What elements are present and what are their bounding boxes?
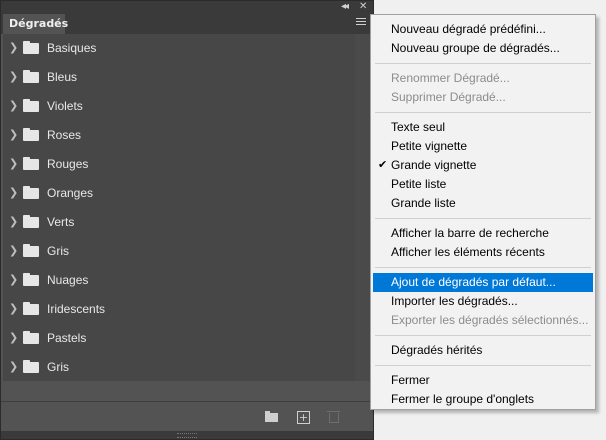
panel-tab-bar: Dégradés (1, 14, 373, 34)
folder-row[interactable]: ❯ Gris (3, 353, 355, 382)
menu-item-new-gradient[interactable]: Nouveau dégradé prédéfini... (373, 20, 593, 39)
resize-grip[interactable] (177, 433, 197, 438)
menu-separator (375, 335, 591, 336)
plus-square-icon[interactable]: + (297, 411, 310, 424)
panel-context-menu: Nouveau dégradé prédéfini... Nouveau gro… (370, 14, 596, 410)
folder-row[interactable]: ❯ Violets (3, 92, 355, 121)
menu-separator (375, 112, 591, 113)
menu-item-rename-gradient: Renommer Dégradé... (391, 71, 510, 85)
folder-row[interactable]: ❯ Basiques (3, 34, 355, 63)
folder-label: Gris (47, 360, 69, 374)
folder-icon (23, 186, 39, 199)
folder-label: Basiques (47, 41, 97, 55)
chevron-right-icon[interactable]: ❯ (9, 99, 18, 112)
folder-icon (23, 128, 39, 141)
chevron-right-icon[interactable]: ❯ (9, 302, 18, 315)
folder-icon (23, 41, 39, 54)
scrollbar[interactable] (355, 34, 371, 381)
folder-icon (23, 244, 39, 257)
menu-item-show-recent-items[interactable]: Afficher les éléments récents (373, 243, 593, 262)
hamburger-menu-icon[interactable] (356, 18, 366, 27)
menu-separator (375, 267, 591, 268)
new-folder-icon[interactable] (265, 411, 278, 422)
folder-icon (23, 273, 39, 286)
menu-item-delete-gradient: Supprimer Dégradé... (391, 90, 506, 104)
menu-item-label: Grande vignette (391, 158, 477, 172)
folder-label: Oranges (47, 186, 94, 200)
folder-label: Roses (47, 128, 82, 142)
folder-row[interactable]: ❯ Nuages (3, 266, 355, 295)
folder-icon (23, 215, 39, 228)
checkmark-icon: ✔ (378, 159, 388, 171)
folder-label: Pastels (47, 331, 87, 345)
folder-label: Iridescents (47, 302, 106, 316)
folder-icon (23, 157, 39, 170)
menu-separator (375, 63, 591, 64)
folder-row[interactable]: ❯ Iridescents (3, 295, 355, 324)
chevron-right-icon[interactable]: ❯ (9, 244, 18, 257)
folder-label: Gris (47, 244, 69, 258)
menu-item-new-gradient-group[interactable]: Nouveau groupe de dégradés... (373, 39, 593, 58)
folder-icon (23, 99, 39, 112)
gradients-panel: ◂◂ ✕ Dégradés ❯ Basiques ❯ Bleus ❯ Viole… (0, 0, 374, 440)
menu-item-legacy-gradients[interactable]: Dégradés hérités (373, 341, 593, 360)
menu-item-append-default-gradients[interactable]: Ajout de dégradés par défaut... (373, 273, 593, 292)
menu-item-large-thumbnail[interactable]: ✔ Grande vignette (373, 156, 593, 175)
folder-row[interactable]: ❯ Gris (3, 237, 355, 266)
chevron-right-icon[interactable]: ❯ (9, 157, 18, 170)
double-chevron-icon[interactable]: ◂◂ (341, 2, 349, 12)
menu-item-export-selected-gradients: Exporter les dégradés sélectionnés... (391, 313, 589, 327)
close-icon[interactable]: ✕ (359, 2, 367, 12)
folder-icon (23, 331, 39, 344)
menu-item-text-only[interactable]: Texte seul (373, 118, 593, 137)
chevron-right-icon[interactable]: ❯ (9, 128, 18, 141)
panel-footer: + (1, 401, 373, 432)
menu-item-small-list[interactable]: Petite liste (373, 175, 593, 194)
folder-icon (23, 70, 39, 83)
folder-icon (23, 302, 39, 315)
chevron-right-icon[interactable]: ❯ (9, 360, 18, 373)
chevron-right-icon[interactable]: ❯ (9, 41, 18, 54)
menu-item-show-search-bar[interactable]: Afficher la barre de recherche (373, 224, 593, 243)
tab-gradients[interactable]: Dégradés (3, 14, 68, 34)
menu-item-large-list[interactable]: Grande liste (373, 194, 593, 213)
folder-label: Nuages (47, 273, 89, 287)
panel-top-strip: ◂◂ ✕ (1, 1, 373, 14)
menu-item-import-gradients[interactable]: Importer les dégradés... (373, 292, 593, 311)
folder-label: Bleus (47, 70, 78, 84)
folder-row[interactable]: ❯ Rouges (3, 150, 355, 179)
menu-item-small-thumbnail[interactable]: Petite vignette (373, 137, 593, 156)
folder-row[interactable]: ❯ Pastels (3, 324, 355, 353)
folder-row[interactable]: ❯ Roses (3, 121, 355, 150)
folder-row[interactable]: ❯ Bleus (3, 63, 355, 92)
folder-label: Rouges (47, 157, 89, 171)
menu-item-close[interactable]: Fermer (373, 371, 593, 390)
resize-grip-bar[interactable] (1, 431, 373, 439)
folder-row[interactable]: ❯ Oranges (3, 179, 355, 208)
chevron-right-icon[interactable]: ❯ (9, 273, 18, 286)
chevron-right-icon[interactable]: ❯ (9, 186, 18, 199)
menu-separator (375, 218, 591, 219)
chevron-right-icon[interactable]: ❯ (9, 70, 18, 83)
trash-icon[interactable] (327, 411, 340, 423)
menu-separator (375, 365, 591, 366)
folder-row[interactable]: ❯ Verts (3, 208, 355, 237)
gradient-folder-list[interactable]: ❯ Basiques ❯ Bleus ❯ Violets ❯ Roses ❯ R… (3, 34, 355, 381)
folder-label: Verts (47, 215, 75, 229)
chevron-right-icon[interactable]: ❯ (9, 331, 18, 344)
folder-icon (23, 360, 39, 373)
chevron-right-icon[interactable]: ❯ (9, 215, 18, 228)
folder-label: Violets (47, 99, 83, 113)
menu-item-close-tab-group[interactable]: Fermer le groupe d'onglets (373, 390, 593, 409)
